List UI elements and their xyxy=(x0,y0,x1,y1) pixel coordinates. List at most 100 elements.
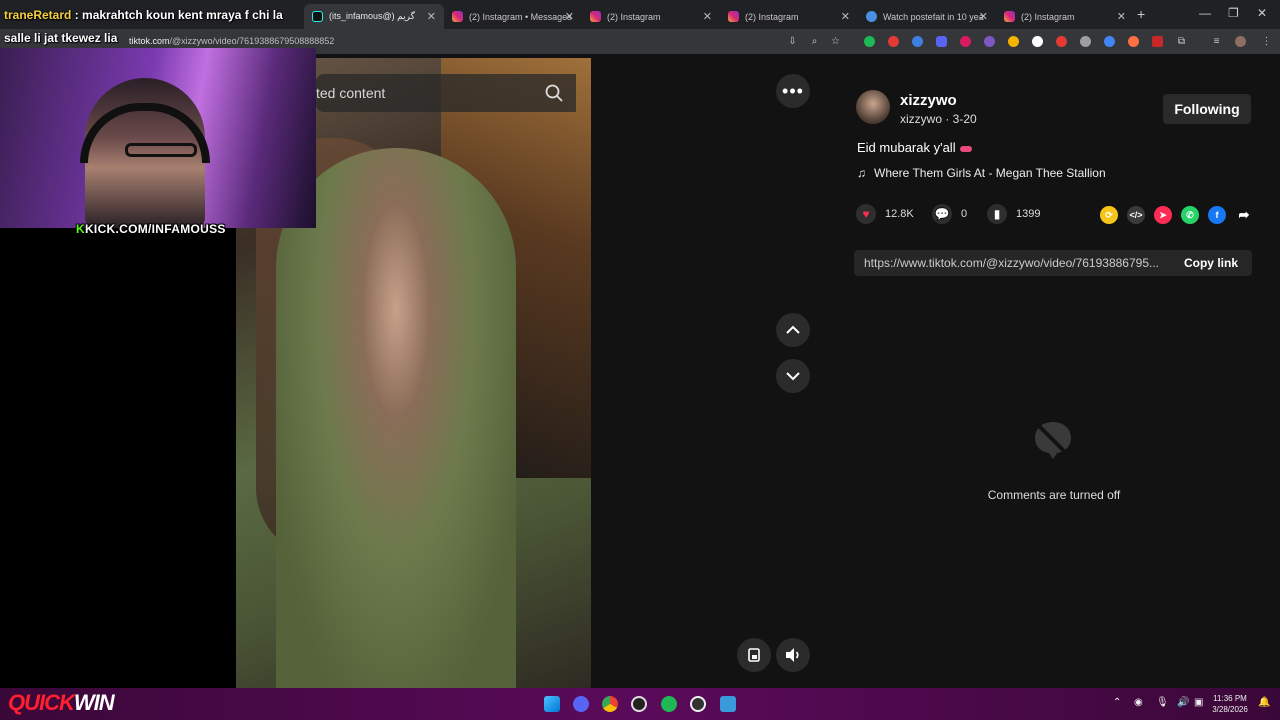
author-handle-date: xizzywo · 3-20 xyxy=(900,112,977,126)
window-close-button[interactable]: ✕ xyxy=(1257,6,1267,20)
network-icon[interactable]: ▣ xyxy=(1194,697,1203,708)
close-icon[interactable]: ✕ xyxy=(979,10,988,23)
spotify-icon[interactable] xyxy=(661,696,677,712)
tab-instagram[interactable]: (2) Instagram ✕ xyxy=(582,4,720,29)
comment-button[interactable]: 💬 0 xyxy=(932,204,967,224)
save-button[interactable]: ▮ 1399 xyxy=(987,204,1040,224)
comments-off-icon xyxy=(1035,422,1071,459)
menu-icon[interactable]: ⋮ xyxy=(1261,36,1272,47)
new-tab-button[interactable]: + xyxy=(1137,6,1145,22)
close-icon[interactable]: ✕ xyxy=(1117,10,1126,23)
save-count: 1399 xyxy=(1016,208,1041,220)
facebook-icon[interactable]: f xyxy=(1208,206,1226,224)
more-options-button[interactable]: ••• xyxy=(776,74,810,108)
tray-chevron-icon[interactable]: ⌃ xyxy=(1113,697,1121,708)
repost-icon[interactable]: ⟳ xyxy=(1100,206,1118,224)
embed-icon[interactable]: </> xyxy=(1127,206,1145,224)
next-video-button[interactable] xyxy=(776,359,810,393)
install-icon[interactable]: ⇩ xyxy=(787,36,798,47)
tab-instagram[interactable]: (2) Instagram ✕ xyxy=(720,4,858,29)
extension-icon[interactable] xyxy=(888,36,899,47)
comment-icon: 💬 xyxy=(932,204,952,224)
chat-username: traneRetard xyxy=(4,8,72,22)
heart-icon: ♥ xyxy=(856,204,876,224)
extensions-puzzle-icon[interactable]: ⧉ xyxy=(1176,36,1187,47)
extension-icon[interactable] xyxy=(1104,36,1115,47)
extension-icon[interactable] xyxy=(1008,36,1019,47)
share-arrow-icon[interactable]: ➦ xyxy=(1235,206,1253,224)
lips-emoji-icon xyxy=(959,145,972,152)
music-link[interactable]: ♫ Where Them Girls At - Megan Thee Stalli… xyxy=(857,166,1106,180)
author-username[interactable]: xizzywo xyxy=(900,92,957,109)
chat-text: : makrahtch koun kent mraya f chi la xyxy=(74,8,283,22)
previous-video-button[interactable] xyxy=(776,313,810,347)
discord-icon[interactable] xyxy=(573,696,589,712)
extension-icon[interactable] xyxy=(960,36,971,47)
glasses xyxy=(125,143,197,157)
minimize-button[interactable]: — xyxy=(1199,6,1211,20)
close-icon[interactable]: ✕ xyxy=(565,10,574,23)
extension-icon[interactable] xyxy=(1032,36,1043,47)
windows-start-icon[interactable] xyxy=(544,696,560,712)
video-subject xyxy=(276,148,516,688)
quickwin-logo: QUICKWIN xyxy=(8,690,115,716)
tab-instagram[interactable]: (2) Instagram ✕ xyxy=(996,4,1134,29)
tab-instagram-messages[interactable]: (2) Instagram • Messages ✕ xyxy=(444,4,582,29)
extension-icon[interactable] xyxy=(864,36,875,47)
url-field[interactable]: tiktok.com/@xizzywo/video/76193886795088… xyxy=(129,36,334,46)
bookmark-star-icon[interactable]: ☆ xyxy=(830,36,841,47)
send-icon[interactable]: ➤ xyxy=(1154,206,1172,224)
tab-label: (2) Instagram • Messages xyxy=(469,11,572,22)
music-title: Where Them Girls At - Megan Thee Stallio… xyxy=(874,166,1106,180)
zoom-icon[interactable]: ⌕ xyxy=(809,36,820,47)
brand-red: QUICK xyxy=(8,690,75,715)
extension-icon[interactable] xyxy=(912,36,923,47)
chrome-icon[interactable] xyxy=(602,696,618,712)
extension-icon[interactable] xyxy=(1152,36,1163,47)
volume-button[interactable] xyxy=(776,638,810,672)
comment-count: 0 xyxy=(961,208,968,220)
whatsapp-icon[interactable]: ✆ xyxy=(1181,206,1199,224)
like-button[interactable]: ♥ 12.8K xyxy=(856,204,914,224)
chevron-up-icon xyxy=(786,325,800,334)
system-clock[interactable]: 11:36 PM 3/28/2026 xyxy=(1208,693,1252,715)
url-host: tiktok.com xyxy=(129,36,170,46)
share-link-text[interactable]: https://www.tiktok.com/@xizzywo/video/76… xyxy=(864,256,1169,270)
tray-app-icon[interactable]: ◉ xyxy=(1134,697,1143,708)
search-input[interactable]: ted content xyxy=(316,74,576,112)
extension-icon[interactable] xyxy=(936,36,947,47)
author-avatar[interactable] xyxy=(856,90,890,124)
notifications-icon[interactable]: 🔔 xyxy=(1258,697,1270,708)
tiktok-icon xyxy=(312,11,323,22)
extension-icon[interactable] xyxy=(1128,36,1139,47)
profile-avatar[interactable] xyxy=(1235,36,1246,47)
extension-icon[interactable] xyxy=(984,36,995,47)
following-button[interactable]: Following xyxy=(1163,94,1251,124)
globe-icon xyxy=(866,11,877,22)
like-count: 12.8K xyxy=(885,208,914,220)
app-icon[interactable] xyxy=(690,696,706,712)
kick-channel-label: KKICK.COM/INFAMOUSS xyxy=(76,222,226,236)
close-icon[interactable]: ✕ xyxy=(841,10,850,23)
reading-list-icon[interactable]: ≡ xyxy=(1211,36,1222,47)
taskbar: QUICKWIN ⌃ ◉ 🎙 🔊 ▣ 11:36 PM 3/28/2026 🔔 xyxy=(0,688,1280,720)
tab-tiktok[interactable]: (its_infamous@) گريم ✕ xyxy=(304,4,444,29)
extension-icon[interactable] xyxy=(1056,36,1067,47)
app-icon[interactable] xyxy=(720,696,736,712)
speaker-icon[interactable]: 🔊 xyxy=(1177,697,1189,708)
obs-icon[interactable] xyxy=(631,696,647,712)
chat-message: traneRetard : makrahtch koun kent mraya … xyxy=(4,8,283,22)
pip-button[interactable] xyxy=(737,638,771,672)
music-note-icon: ♫ xyxy=(857,166,866,180)
share-link-box: https://www.tiktok.com/@xizzywo/video/76… xyxy=(854,250,1252,276)
copy-link-button[interactable]: Copy link xyxy=(1170,250,1252,276)
close-icon[interactable]: ✕ xyxy=(703,10,712,23)
microphone-icon[interactable]: 🎙 xyxy=(1156,697,1169,708)
extension-icon[interactable] xyxy=(1080,36,1091,47)
search-icon[interactable] xyxy=(544,83,564,103)
caption-text: Eid mubarak y'all xyxy=(857,140,956,155)
instagram-icon xyxy=(590,11,601,22)
maximize-button[interactable]: ❐ xyxy=(1228,6,1239,20)
close-icon[interactable]: ✕ xyxy=(427,10,436,23)
tab-watch[interactable]: Watch postefait in 10 yea ✕ xyxy=(858,4,996,29)
